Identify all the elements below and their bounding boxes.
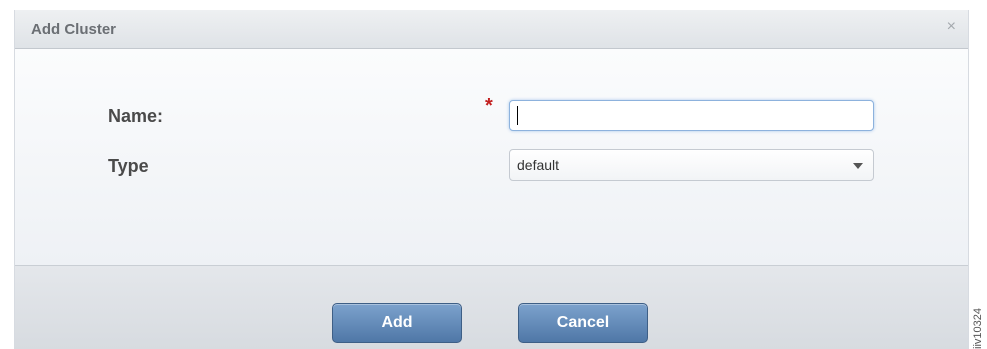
add-button[interactable]: Add — [332, 303, 462, 343]
chevron-down-icon — [853, 163, 863, 169]
text-caret — [517, 106, 518, 125]
dialog-footer: Add Cancel — [15, 265, 968, 349]
watermark-text: iiv10324 — [972, 308, 984, 349]
type-label: Type — [108, 156, 149, 176]
required-marker: * — [485, 95, 493, 117]
dialog-titlebar: Add Cluster × — [15, 10, 968, 49]
dialog-title: Add Cluster — [31, 21, 117, 38]
dialog-body: Name: * Type default — [15, 49, 968, 265]
cancel-button[interactable]: Cancel — [518, 303, 648, 343]
type-select[interactable]: default — [509, 149, 874, 181]
add-cluster-dialog: Add Cluster × Name: * Type default Add C… — [14, 10, 969, 349]
name-label: Name: — [108, 106, 164, 126]
name-input[interactable] — [509, 100, 874, 131]
image-id-watermark: iiv10324 — [968, 265, 987, 349]
close-icon[interactable]: × — [947, 18, 956, 36]
type-select-value: default — [517, 157, 560, 173]
